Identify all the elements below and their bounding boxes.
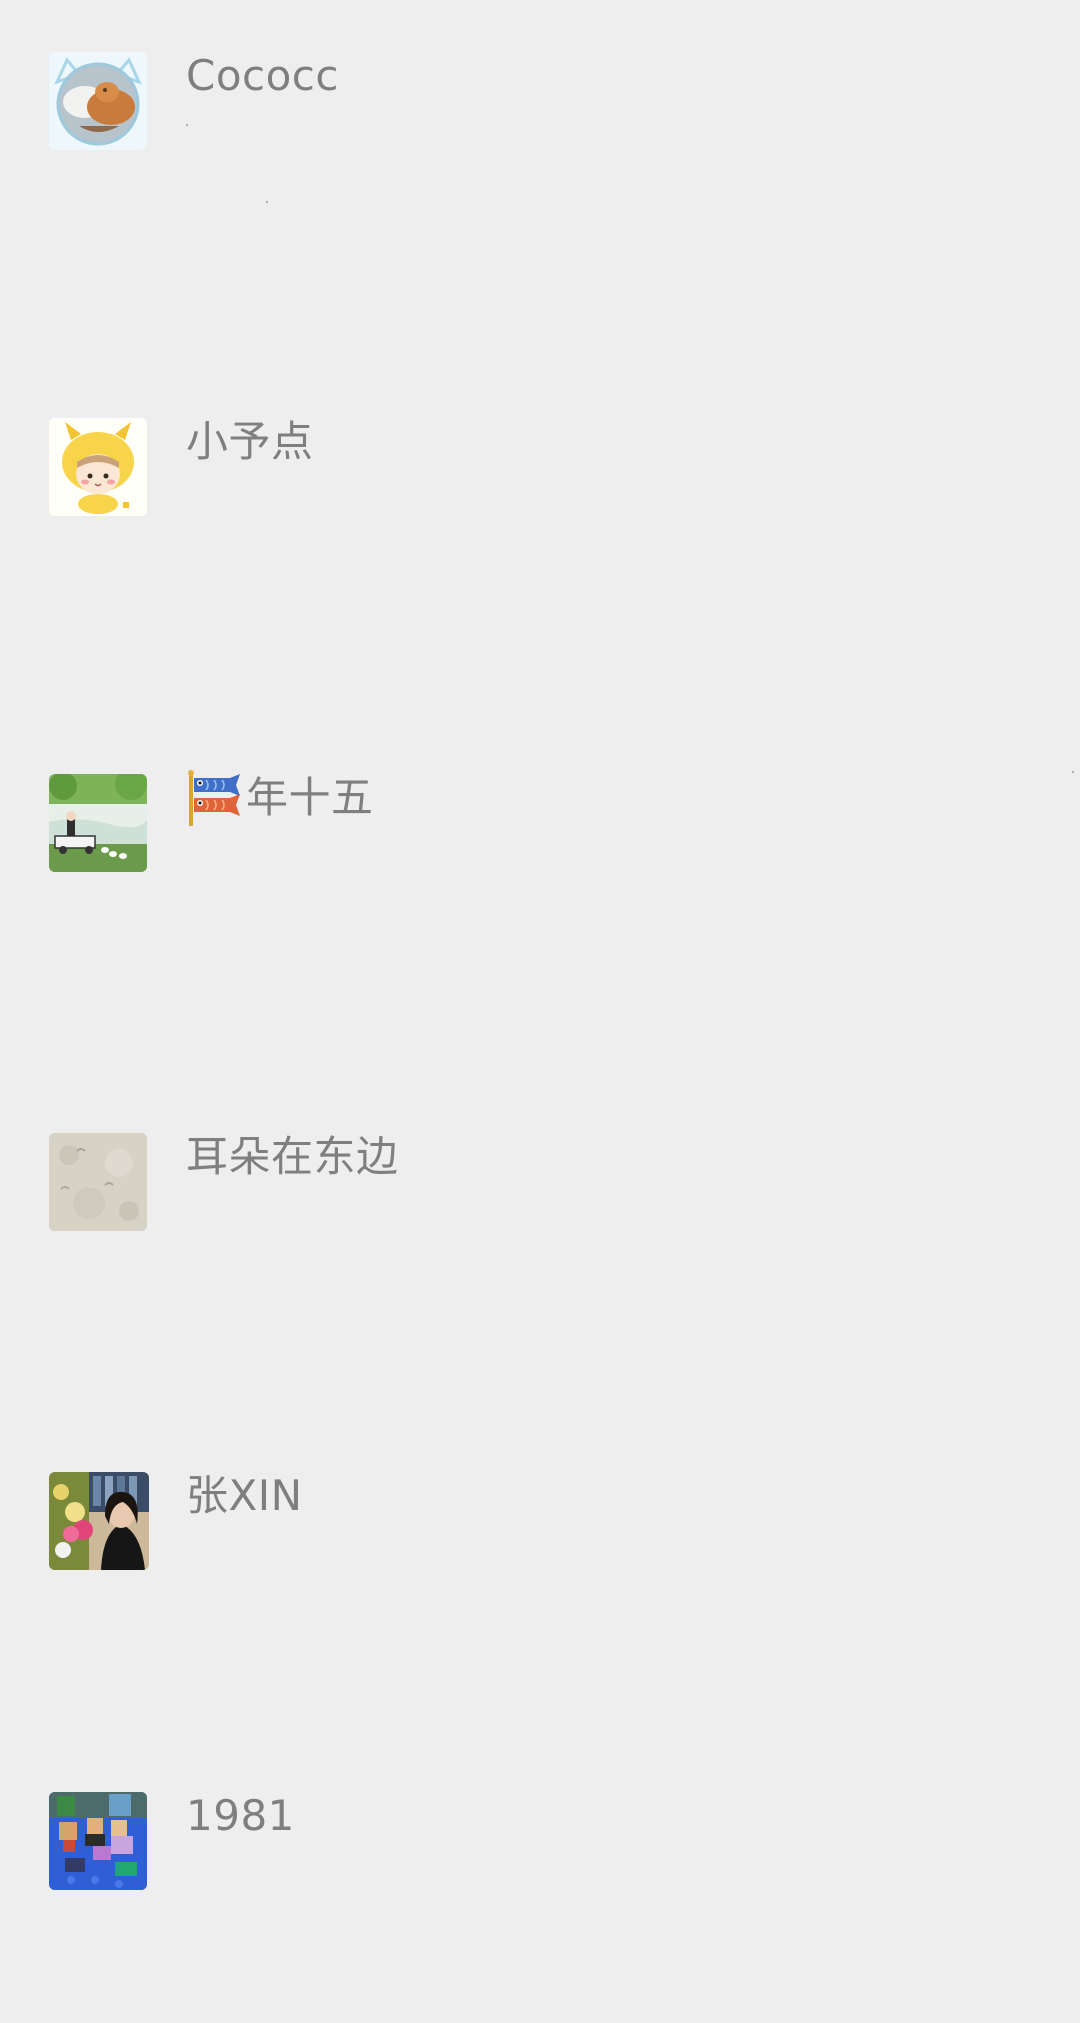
cartoon-dragon-kid-avatar[interactable] [49, 418, 147, 516]
contact-list: Cococc 小予点 年十五 耳朵在东边 张XIN 1981 [0, 0, 1080, 2023]
contact-item[interactable]: 年十五 [0, 770, 1080, 884]
carp-streamer-flag-icon [186, 770, 240, 826]
toy-figures-avatar[interactable] [49, 1792, 147, 1890]
contact-name: 小予点 [186, 417, 314, 466]
lake-geese-illustration-avatar[interactable] [49, 774, 147, 872]
contact-item[interactable]: 1981 [0, 1792, 1080, 1902]
contact-item[interactable]: 张XIN [0, 1472, 1080, 1582]
speck [1072, 771, 1074, 773]
contact-item[interactable]: 耳朵在东边 [0, 1133, 1080, 1243]
contact-name-text: 年十五 [246, 773, 374, 822]
contact-name: 年十五 [186, 770, 374, 826]
contact-item[interactable]: Cococc [0, 52, 1080, 162]
contact-item[interactable]: 小予点 [0, 418, 1080, 528]
sand-texture-avatar[interactable] [49, 1133, 147, 1231]
speck [266, 201, 268, 203]
woman-with-flowers-avatar[interactable] [49, 1472, 149, 1570]
speck [186, 124, 188, 126]
contact-name: 张XIN [186, 1471, 303, 1520]
cat-sleeping-avatar[interactable] [49, 52, 147, 150]
contact-name: 1981 [186, 1791, 295, 1840]
contact-name: 耳朵在东边 [186, 1132, 399, 1181]
contact-name: Cococc [186, 51, 339, 100]
